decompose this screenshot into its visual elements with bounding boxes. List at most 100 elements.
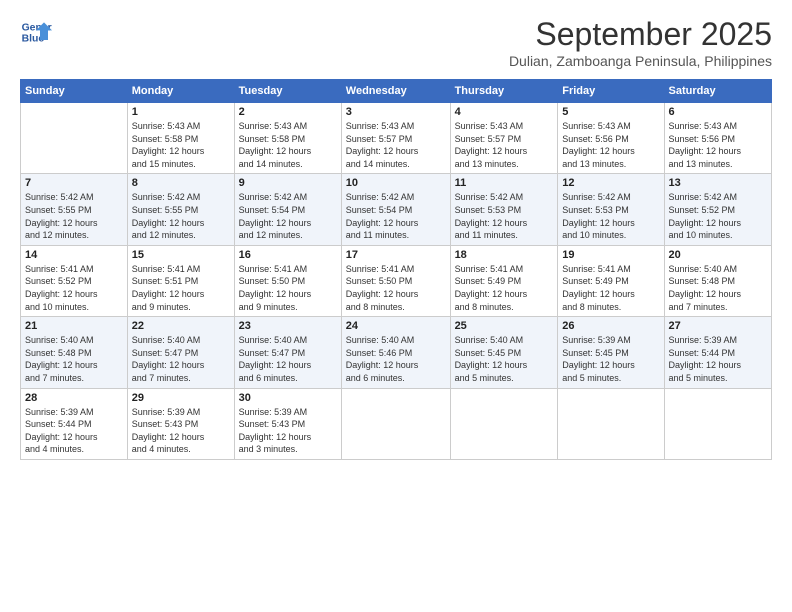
- calendar-cell: 27 Sunrise: 5:39 AMSunset: 5:44 PMDayligh…: [664, 317, 771, 388]
- cell-day-number: 3: [346, 106, 446, 118]
- month-title: September 2025: [509, 16, 772, 53]
- calendar-cell: 30 Sunrise: 5:39 AMSunset: 5:43 PMDayligh…: [234, 388, 341, 459]
- cell-day-number: 30: [239, 392, 337, 404]
- calendar-cell: [664, 388, 771, 459]
- calendar-cell: 21Sunrise: 5:40 AMSunset: 5:48 PMDayligh…: [21, 317, 128, 388]
- cell-day-number: 25: [455, 320, 554, 332]
- cell-day-info: Sunrise: 5:39 AMSunset: 5:43 PMDaylight:…: [239, 406, 337, 456]
- col-saturday: Saturday: [664, 80, 771, 103]
- cell-day-info: Sunrise: 5:42 AMSunset: 5:55 PMDaylight:…: [132, 191, 230, 241]
- calendar-cell: 16 Sunrise: 5:41 AMSunset: 5:50 PMDayligh…: [234, 245, 341, 316]
- cell-day-info: Sunrise: 5:39 AMSunset: 5:44 PMDaylight:…: [25, 406, 123, 456]
- calendar-cell: 4 Sunrise: 5:43 AMSunset: 5:57 PMDaylight…: [450, 103, 558, 174]
- calendar-cell: 28 Sunrise: 5:39 AMSunset: 5:44 PMDayligh…: [21, 388, 128, 459]
- cell-day-info: Sunrise: 5:43 AMSunset: 5:56 PMDaylight:…: [562, 120, 659, 170]
- cell-day-number: 6: [669, 106, 767, 118]
- calendar-week-row: 28 Sunrise: 5:39 AMSunset: 5:44 PMDayligh…: [21, 388, 772, 459]
- calendar-table: Sunday Monday Tuesday Wednesday Thursday…: [20, 79, 772, 460]
- cell-day-info: Sunrise: 5:41 AMSunset: 5:49 PMDaylight:…: [562, 263, 659, 313]
- cell-day-number: 24: [346, 320, 446, 332]
- cell-day-info: Sunrise: 5:42 AMSunset: 5:54 PMDaylight:…: [239, 191, 337, 241]
- col-friday: Friday: [558, 80, 664, 103]
- cell-day-number: 19: [562, 249, 659, 261]
- col-wednesday: Wednesday: [341, 80, 450, 103]
- cell-day-info: Sunrise: 5:42 AMSunset: 5:53 PMDaylight:…: [455, 191, 554, 241]
- cell-day-info: Sunrise: 5:41 AMSunset: 5:50 PMDaylight:…: [239, 263, 337, 313]
- cell-day-info: Sunrise: 5:42 AMSunset: 5:53 PMDaylight:…: [562, 191, 659, 241]
- cell-day-info: Sunrise: 5:41 AMSunset: 5:49 PMDaylight:…: [455, 263, 554, 313]
- cell-day-info: Sunrise: 5:40 AMSunset: 5:46 PMDaylight:…: [346, 334, 446, 384]
- cell-day-info: Sunrise: 5:40 AMSunset: 5:45 PMDaylight:…: [455, 334, 554, 384]
- cell-day-number: 18: [455, 249, 554, 261]
- cell-day-number: 9: [239, 177, 337, 189]
- calendar-cell: [450, 388, 558, 459]
- cell-day-info: Sunrise: 5:42 AMSunset: 5:55 PMDaylight:…: [25, 191, 123, 241]
- cell-day-number: 8: [132, 177, 230, 189]
- calendar-cell: 3Sunrise: 5:43 AMSunset: 5:57 PMDaylight…: [341, 103, 450, 174]
- calendar-cell: 14Sunrise: 5:41 AMSunset: 5:52 PMDayligh…: [21, 245, 128, 316]
- cell-day-info: Sunrise: 5:39 AMSunset: 5:45 PMDaylight:…: [562, 334, 659, 384]
- cell-day-number: 27: [669, 320, 767, 332]
- cell-day-info: Sunrise: 5:43 AMSunset: 5:56 PMDaylight:…: [669, 120, 767, 170]
- header: General Blue September 2025 Dulian, Zamb…: [20, 16, 772, 69]
- cell-day-number: 2: [239, 106, 337, 118]
- col-tuesday: Tuesday: [234, 80, 341, 103]
- cell-day-number: 13: [669, 177, 767, 189]
- calendar-cell: 9 Sunrise: 5:42 AMSunset: 5:54 PMDaylight…: [234, 174, 341, 245]
- cell-day-number: 15: [132, 249, 230, 261]
- calendar-header-row: Sunday Monday Tuesday Wednesday Thursday…: [21, 80, 772, 103]
- cell-day-info: Sunrise: 5:41 AMSunset: 5:50 PMDaylight:…: [346, 263, 446, 313]
- cell-day-info: Sunrise: 5:43 AMSunset: 5:58 PMDaylight:…: [132, 120, 230, 170]
- calendar-week-row: 7 Sunrise: 5:42 AMSunset: 5:55 PMDaylight…: [21, 174, 772, 245]
- calendar-cell: 13 Sunrise: 5:42 AMSunset: 5:52 PMDayligh…: [664, 174, 771, 245]
- calendar-cell: 24 Sunrise: 5:40 AMSunset: 5:46 PMDayligh…: [341, 317, 450, 388]
- col-monday: Monday: [127, 80, 234, 103]
- cell-day-info: Sunrise: 5:40 AMSunset: 5:48 PMDaylight:…: [669, 263, 767, 313]
- calendar-cell: 2 Sunrise: 5:43 AMSunset: 5:58 PMDaylight…: [234, 103, 341, 174]
- cell-day-number: 29: [132, 392, 230, 404]
- cell-day-info: Sunrise: 5:42 AMSunset: 5:54 PMDaylight:…: [346, 191, 446, 241]
- calendar-cell: 18 Sunrise: 5:41 AMSunset: 5:49 PMDayligh…: [450, 245, 558, 316]
- cell-day-info: Sunrise: 5:39 AMSunset: 5:44 PMDaylight:…: [669, 334, 767, 384]
- cell-day-number: 12: [562, 177, 659, 189]
- cell-day-info: Sunrise: 5:43 AMSunset: 5:58 PMDaylight:…: [239, 120, 337, 170]
- calendar-cell: 12 Sunrise: 5:42 AMSunset: 5:53 PMDayligh…: [558, 174, 664, 245]
- cell-day-info: Sunrise: 5:40 AMSunset: 5:48 PMDaylight:…: [25, 334, 123, 384]
- calendar-cell: 17 Sunrise: 5:41 AMSunset: 5:50 PMDayligh…: [341, 245, 450, 316]
- cell-day-number: 7: [25, 177, 123, 189]
- calendar-cell: 22 Sunrise: 5:40 AMSunset: 5:47 PMDayligh…: [127, 317, 234, 388]
- cell-day-number: 17: [346, 249, 446, 261]
- cell-day-number: 28: [25, 392, 123, 404]
- cell-day-number: 16: [239, 249, 337, 261]
- cell-day-number: 26: [562, 320, 659, 332]
- cell-day-info: Sunrise: 5:42 AMSunset: 5:52 PMDaylight:…: [669, 191, 767, 241]
- cell-day-info: Sunrise: 5:40 AMSunset: 5:47 PMDaylight:…: [132, 334, 230, 384]
- calendar-cell: 11 Sunrise: 5:42 AMSunset: 5:53 PMDayligh…: [450, 174, 558, 245]
- cell-day-number: 11: [455, 177, 554, 189]
- calendar-cell: 29 Sunrise: 5:39 AMSunset: 5:43 PMDayligh…: [127, 388, 234, 459]
- calendar-cell: 8 Sunrise: 5:42 AMSunset: 5:55 PMDaylight…: [127, 174, 234, 245]
- col-sunday: Sunday: [21, 80, 128, 103]
- cell-day-number: 14: [25, 249, 123, 261]
- title-block: September 2025 Dulian, Zamboanga Peninsu…: [509, 16, 772, 69]
- calendar-cell: [21, 103, 128, 174]
- calendar-cell: 19 Sunrise: 5:41 AMSunset: 5:49 PMDayligh…: [558, 245, 664, 316]
- calendar-cell: 20 Sunrise: 5:40 AMSunset: 5:48 PMDayligh…: [664, 245, 771, 316]
- cell-day-info: Sunrise: 5:39 AMSunset: 5:43 PMDaylight:…: [132, 406, 230, 456]
- calendar-cell: 1Sunrise: 5:43 AMSunset: 5:58 PMDaylight…: [127, 103, 234, 174]
- page: General Blue September 2025 Dulian, Zamb…: [0, 0, 792, 612]
- cell-day-number: 20: [669, 249, 767, 261]
- calendar-cell: 5 Sunrise: 5:43 AMSunset: 5:56 PMDaylight…: [558, 103, 664, 174]
- calendar-cell: [558, 388, 664, 459]
- calendar-cell: 15Sunrise: 5:41 AMSunset: 5:51 PMDayligh…: [127, 245, 234, 316]
- cell-day-number: 4: [455, 106, 554, 118]
- cell-day-number: 10: [346, 177, 446, 189]
- col-thursday: Thursday: [450, 80, 558, 103]
- calendar-week-row: 21Sunrise: 5:40 AMSunset: 5:48 PMDayligh…: [21, 317, 772, 388]
- calendar-week-row: 1Sunrise: 5:43 AMSunset: 5:58 PMDaylight…: [21, 103, 772, 174]
- logo-icon: General Blue: [20, 16, 52, 48]
- cell-day-info: Sunrise: 5:43 AMSunset: 5:57 PMDaylight:…: [455, 120, 554, 170]
- calendar-week-row: 14Sunrise: 5:41 AMSunset: 5:52 PMDayligh…: [21, 245, 772, 316]
- cell-day-number: 22: [132, 320, 230, 332]
- cell-day-number: 5: [562, 106, 659, 118]
